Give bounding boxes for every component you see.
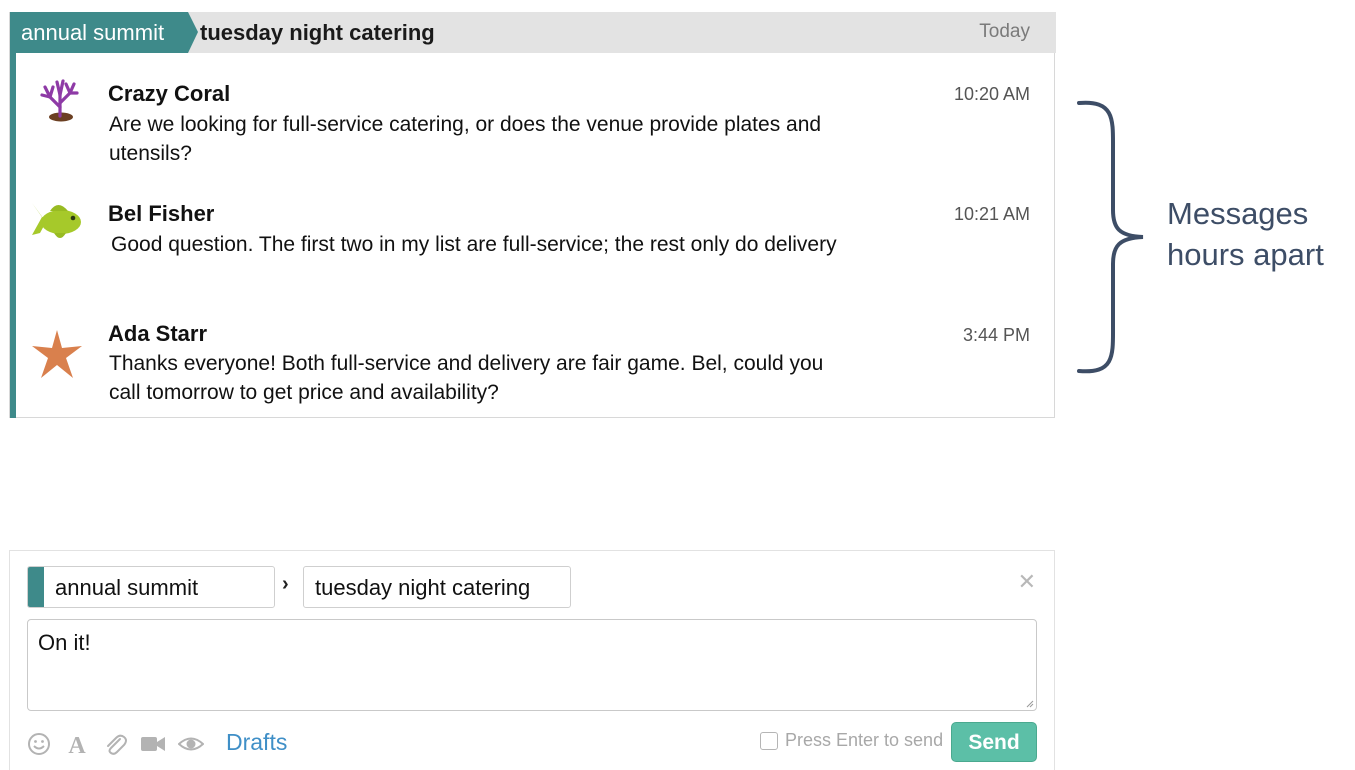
annotation-text: Messages hours apart [1167,193,1324,275]
message-row[interactable]: Ada Starr 3:44 PM Thanks everyone! Both … [10,293,1056,418]
curly-brace-icon [1077,100,1144,374]
sender-name[interactable]: Ada Starr [108,321,207,347]
stream-input-value: annual summit [55,575,199,600]
message-textarea-value: On it! [38,630,91,655]
preview-icon[interactable] [178,731,204,757]
message-time: 10:21 AM [953,204,1030,224]
sender-name[interactable]: Crazy Coral [108,81,230,107]
topic-name[interactable]: tuesday night catering [200,20,435,46]
stream-name: annual summit [21,20,165,45]
annotation-line: Messages [1167,196,1309,231]
coral-icon [40,79,79,122]
fish-icon [32,203,81,238]
send-button[interactable]: Send [951,722,1037,762]
compose-box: annual summit › tuesday night catering ✕… [9,550,1055,770]
message-row[interactable]: Crazy Coral 10:20 AM Are we looking for … [10,53,1056,173]
svg-text:A: A [68,733,86,757]
chevron-right-icon: › [282,573,289,595]
thread-body: Crazy Coral 10:20 AM Are we looking for … [10,53,1056,418]
enter-to-send-checkbox[interactable] [760,732,778,750]
message-time: 3:44 PM [962,325,1030,345]
topic-input[interactable]: tuesday night catering [303,566,571,608]
drafts-link[interactable]: Drafts [226,729,287,756]
annotation-line: hours apart [1167,237,1324,272]
date-label: Today [979,21,1030,42]
format-icon[interactable]: A [64,731,90,757]
message-thread: annual summit tuesday night catering Tod… [9,12,1056,418]
stream-input[interactable]: annual summit [27,566,275,608]
sender-name[interactable]: Bel Fisher [108,201,214,227]
stream-label[interactable]: annual summit [10,12,198,53]
attachment-icon[interactable] [102,731,128,757]
video-icon[interactable] [140,731,166,757]
starfish-icon [32,330,82,378]
message-time: 10:20 AM [953,84,1030,104]
message-row[interactable]: Bel Fisher 10:21 AM Good question. The f… [10,173,1056,293]
stream-color-swatch [28,567,44,607]
thread-header: annual summit tuesday night catering Tod… [10,12,1056,53]
emoji-icon[interactable] [26,731,52,757]
message-content: Are we looking for full-service catering… [109,113,822,165]
send-button-label: Send [968,731,1020,754]
resize-handle-icon[interactable] [1026,700,1034,708]
message-textarea[interactable]: On it! [27,619,1037,711]
topic-input-value: tuesday night catering [315,575,531,600]
message-content: Thanks everyone! Both full-service and d… [109,352,824,404]
enter-to-send-label[interactable]: Press Enter to send [785,730,943,751]
close-icon[interactable]: ✕ [1018,571,1036,593]
message-content: Good question. The first two in my list … [111,233,837,256]
